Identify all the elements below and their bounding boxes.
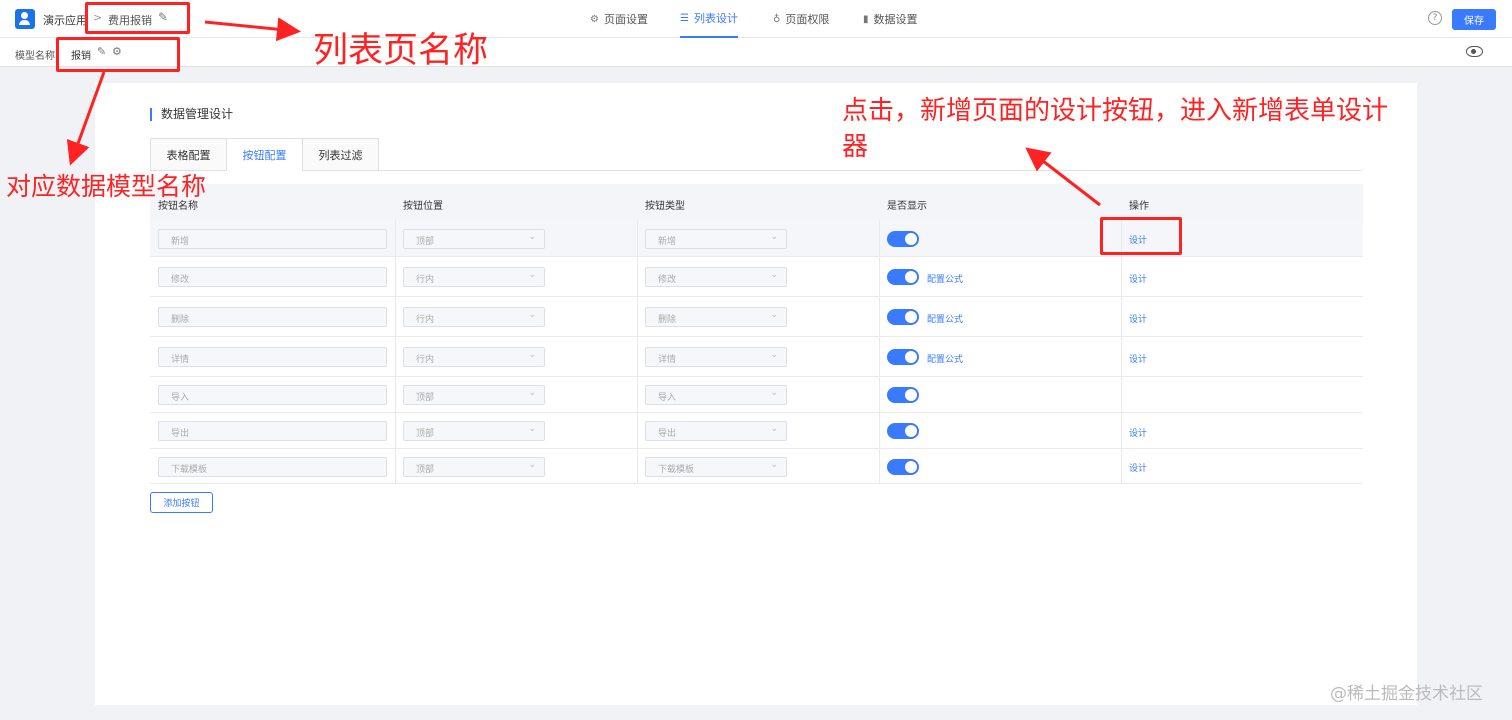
annotation-instruction-line: 点击，新增页面的设计按钮，进入新增表单设计 [842,96,1389,126]
annotation-instruction-line: 器 [842,132,869,162]
watermark: @稀土掘金技术社区 [1330,684,1483,704]
annotation-list-page-name: 列表页名称 [313,31,489,71]
annotation-instruction: 点击，新增页面的设计按钮，进入新增表单设计 器 [842,93,1452,165]
annotation-model-name: 对应数据模型名称 [6,172,207,201]
